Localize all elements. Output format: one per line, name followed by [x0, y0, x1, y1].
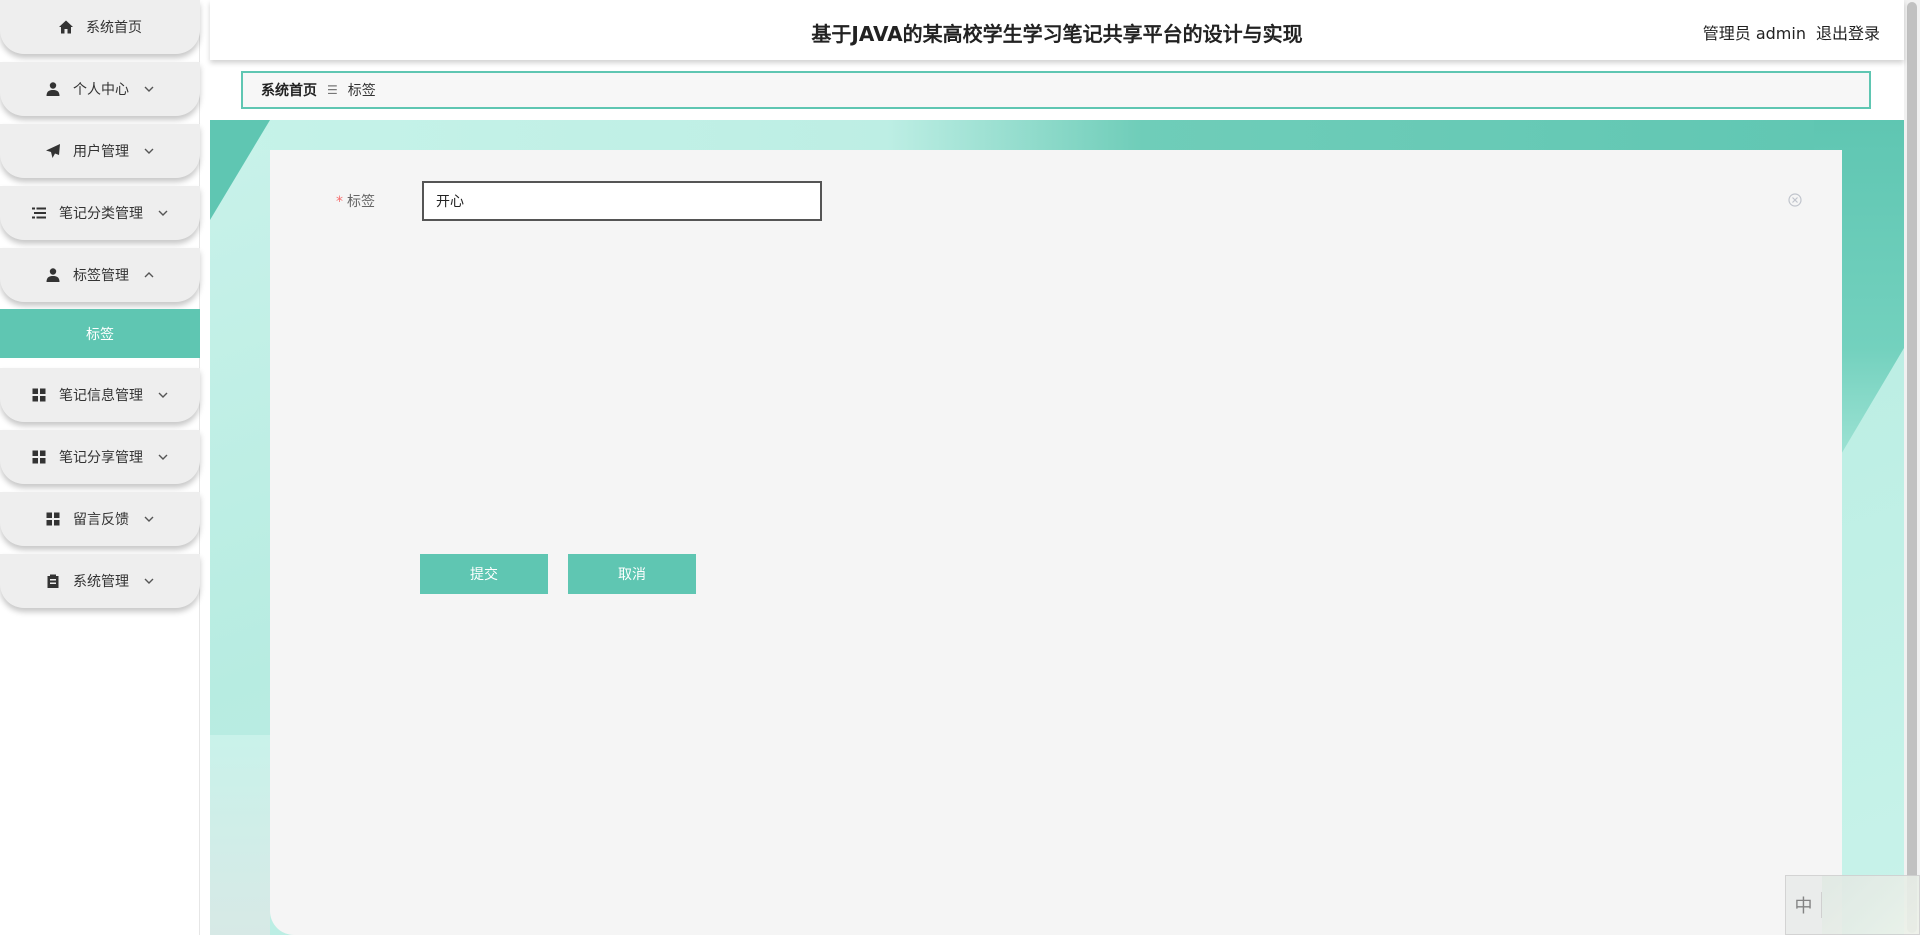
tag-form-row: * 标签 [336, 181, 822, 221]
decorative-shape-bottom [210, 735, 270, 935]
user-label: 管理员 admin [1702, 24, 1806, 43]
user-icon [45, 81, 61, 97]
required-mark: * [336, 194, 343, 210]
sidebar-item-user-management[interactable]: 用户管理 [0, 124, 200, 178]
clear-icon[interactable] [1788, 192, 1802, 207]
ime-skin-image [1822, 876, 1919, 934]
sidebar-item-label: 系统首页 [86, 20, 142, 36]
sidebar-item-label: 笔记信息管理 [59, 388, 143, 404]
chevron-down-icon [143, 513, 155, 525]
breadcrumb: 系统首页 ☰ 标签 [241, 71, 1871, 109]
tag-label-text: 标签 [347, 194, 375, 210]
decorative-shape-left [210, 120, 270, 220]
vertical-scrollbar[interactable] [1904, 0, 1920, 935]
sidebar-item-note-info[interactable]: 笔记信息管理 [0, 368, 200, 422]
clipboard-icon [45, 573, 61, 589]
sidebar-item-personal-center[interactable]: 个人中心 [0, 62, 200, 116]
page-title: 基于JAVA的某高校学生学习笔记共享平台的设计与实现 [811, 22, 1303, 46]
chevron-down-icon [157, 451, 169, 463]
breadcrumb-home-link[interactable]: 系统首页 [261, 80, 317, 100]
breadcrumb-separator-icon: ☰ [327, 83, 338, 97]
sidebar-subitem-tag[interactable]: 标签 [0, 309, 200, 358]
sidebar: 系统首页 个人中心 用户管理 笔记分类管理 标签管理 标签 笔记信息管理 笔记分… [0, 0, 200, 935]
sidebar-item-label: 系统管理 [73, 574, 129, 590]
grid-icon [31, 387, 47, 403]
sidebar-item-home[interactable]: 系统首页 [0, 0, 200, 54]
sidebar-item-tag-management[interactable]: 标签管理 [0, 248, 200, 302]
chevron-down-icon [157, 207, 169, 219]
sidebar-item-label: 用户管理 [73, 144, 129, 160]
tag-input[interactable] [422, 181, 822, 221]
sidebar-item-feedback[interactable]: 留言反馈 [0, 492, 200, 546]
list-icon [31, 205, 47, 221]
top-header: 基于JAVA的某高校学生学习笔记共享平台的设计与实现 管理员 admin 退出登… [210, 0, 1904, 60]
breadcrumb-current: 标签 [347, 83, 376, 99]
home-icon [58, 19, 74, 35]
cancel-button[interactable]: 取消 [568, 554, 696, 594]
tag-field-label: * 标签 [336, 191, 422, 211]
chevron-down-icon [143, 83, 155, 95]
submit-button[interactable]: 提交 [420, 554, 548, 594]
user-area: 管理员 admin 退出登录 [1703, 20, 1880, 44]
scrollbar-thumb[interactable] [1907, 2, 1917, 933]
sidebar-item-label: 个人中心 [73, 82, 129, 98]
chevron-down-icon [157, 389, 169, 401]
form-panel: *标签 提交 取消 [270, 150, 1842, 935]
sidebar-item-note-share[interactable]: 笔记分享管理 [0, 430, 200, 484]
grid-icon [31, 449, 47, 465]
chevron-up-icon [143, 269, 155, 281]
grid-icon [45, 511, 61, 527]
decorative-band [210, 120, 1904, 150]
sidebar-subitem-label: 标签 [86, 326, 114, 343]
sidebar-item-label: 笔记分享管理 [59, 450, 143, 466]
sidebar-item-note-category[interactable]: 笔记分类管理 [0, 186, 200, 240]
sidebar-item-label: 标签管理 [73, 268, 129, 284]
ime-language-toggle[interactable]: 中 [1786, 892, 1822, 918]
sidebar-item-label: 笔记分类管理 [59, 206, 143, 222]
logout-link[interactable]: 退出登录 [1816, 20, 1880, 44]
user-icon [45, 267, 61, 283]
chevron-down-icon [143, 575, 155, 587]
sidebar-item-label: 留言反馈 [73, 512, 129, 528]
ime-toolbar[interactable]: 中 [1785, 875, 1920, 935]
chevron-down-icon [143, 145, 155, 157]
send-icon [45, 143, 61, 159]
sidebar-item-system-management[interactable]: 系统管理 [0, 554, 200, 608]
